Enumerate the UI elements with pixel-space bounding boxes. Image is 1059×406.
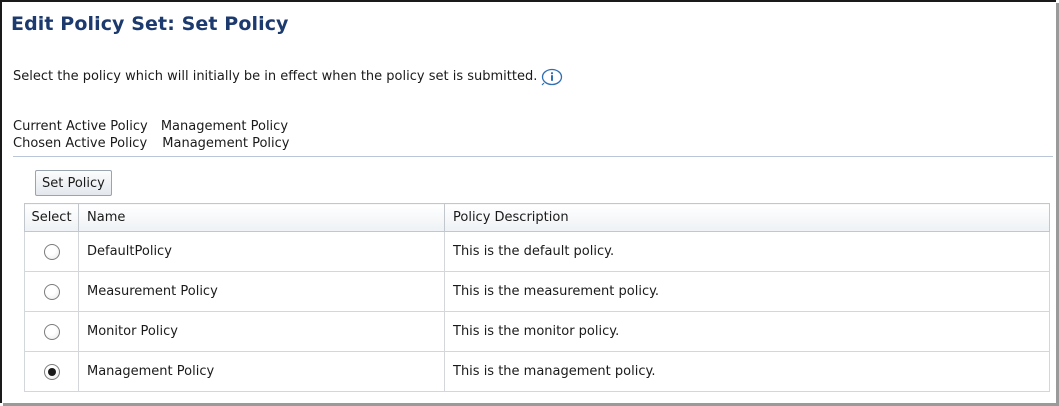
instruction-text: Select the policy which will initially b… (13, 66, 563, 86)
policy-name-cell: Monitor Policy (78, 311, 445, 352)
chosen-active-policy-label: Chosen Active Policy (13, 136, 148, 151)
policy-radio[interactable] (43, 243, 60, 260)
select-cell (24, 231, 79, 272)
select-cell (24, 351, 79, 392)
policy-table: Select Name Policy Description DefaultPo… (24, 203, 1050, 392)
policy-radio[interactable] (43, 323, 60, 340)
policy-name-cell: Management Policy (78, 351, 445, 392)
page-title: Edit Policy Set: Set Policy (11, 13, 289, 35)
policy-description-cell: This is the measurement policy. (444, 271, 1050, 312)
policy-name-cell: DefaultPolicy (78, 231, 445, 272)
info-icon[interactable] (541, 68, 563, 86)
column-header-description[interactable]: Policy Description (444, 203, 1050, 232)
chosen-active-policy-value: Management Policy (162, 136, 290, 151)
select-cell (24, 271, 79, 312)
current-active-policy-label: Current Active Policy (13, 119, 148, 134)
column-header-name[interactable]: Name (78, 203, 445, 232)
policy-description-cell: This is the monitor policy. (444, 311, 1050, 352)
current-active-policy-row: Current Active Policy Management Policy (13, 119, 288, 134)
table-row[interactable]: Measurement Policy This is the measureme… (24, 271, 1050, 312)
instruction-label: Select the policy which will initially b… (13, 68, 538, 84)
policy-name-cell: Measurement Policy (78, 271, 445, 312)
table-row[interactable]: Monitor Policy This is the monitor polic… (24, 311, 1050, 352)
policy-description-cell: This is the default policy. (444, 231, 1050, 272)
policy-radio[interactable] (43, 283, 60, 300)
policy-radio[interactable] (43, 363, 60, 380)
table-row[interactable]: DefaultPolicy This is the default policy… (24, 231, 1050, 272)
table-header-row: Select Name Policy Description (24, 203, 1050, 232)
chosen-active-policy-row: Chosen Active Policy Management Policy (13, 136, 289, 151)
column-header-select[interactable]: Select (24, 203, 79, 232)
set-policy-button[interactable]: Set Policy (35, 170, 112, 196)
policy-description-cell: This is the management policy. (444, 351, 1050, 392)
select-cell (24, 311, 79, 352)
section-divider (13, 156, 1053, 157)
table-row[interactable]: Management Policy This is the management… (24, 351, 1050, 392)
current-active-policy-value: Management Policy (160, 119, 289, 134)
